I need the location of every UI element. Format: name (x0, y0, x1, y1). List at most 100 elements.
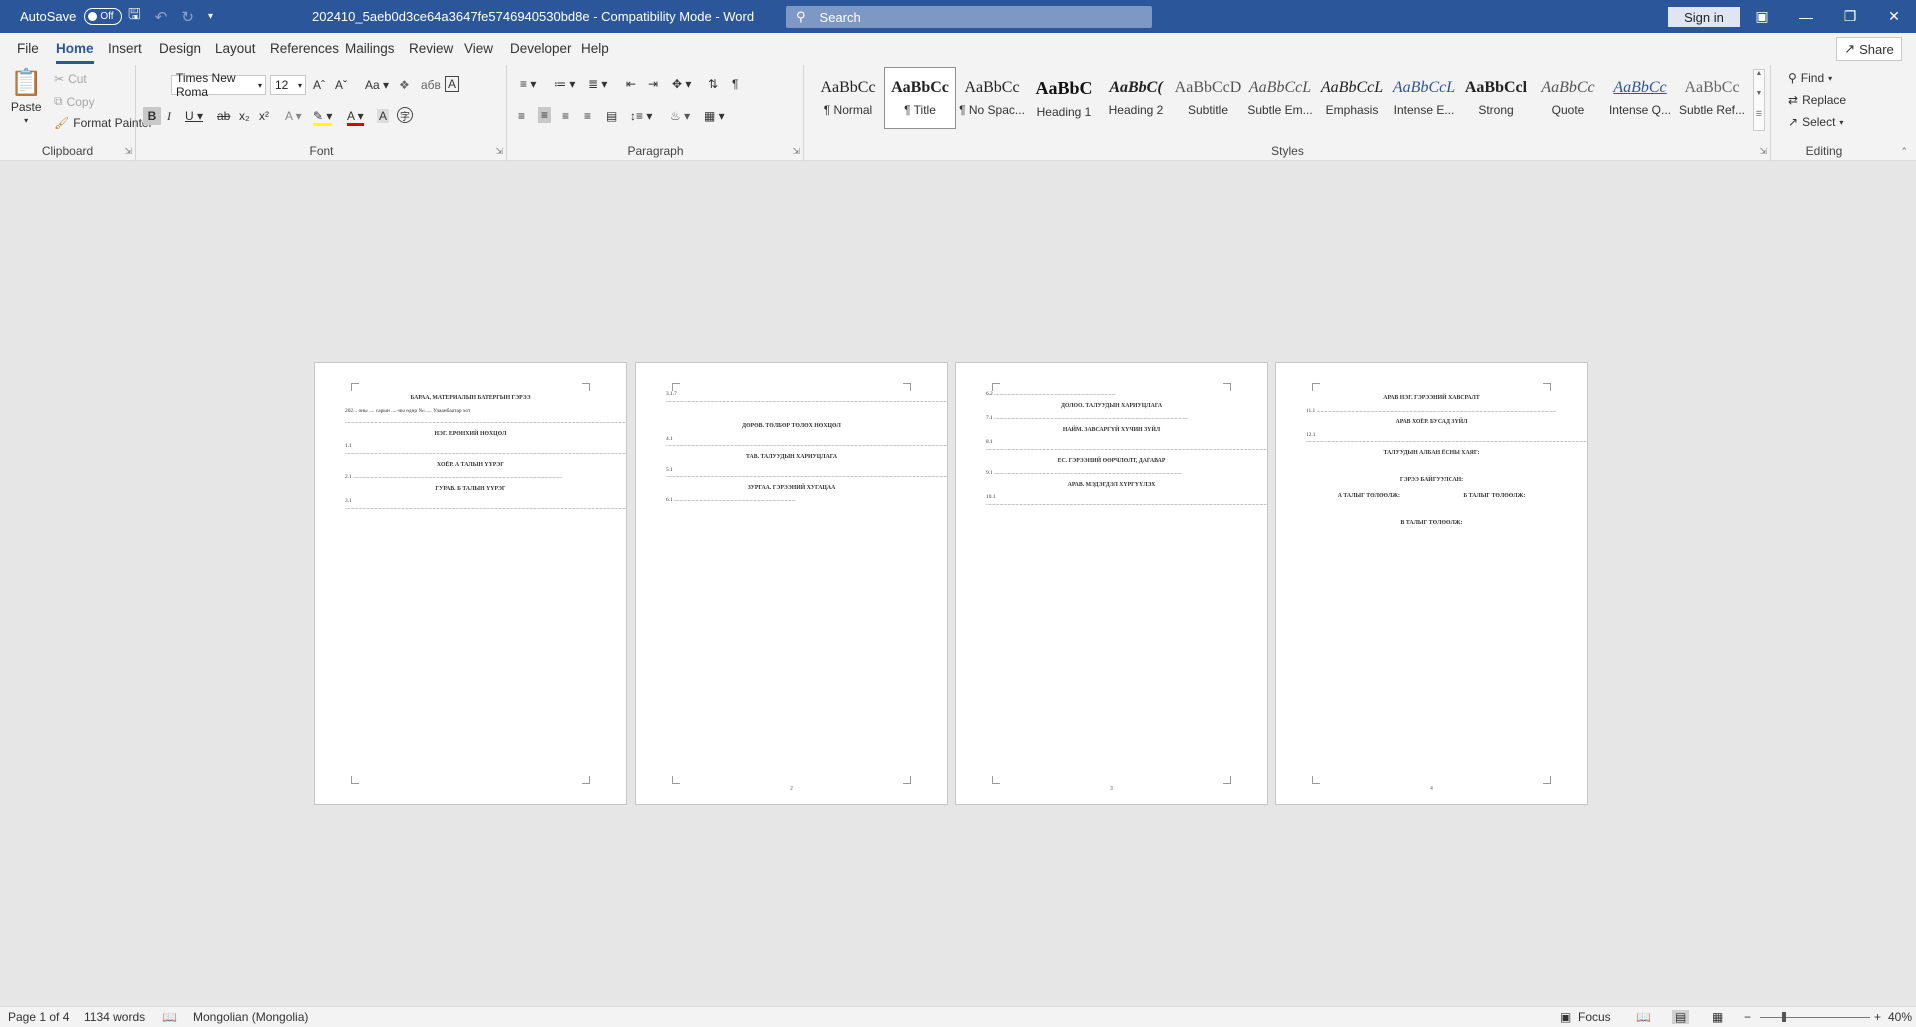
style-item[interactable]: AaBbC(Heading 2 (1100, 67, 1172, 129)
redo-icon[interactable]: ↻ (181, 8, 194, 26)
focus-icon[interactable]: ▣ (1560, 1010, 1571, 1024)
scroll-up-icon[interactable]: ▲ (1754, 70, 1764, 90)
align-right-icon[interactable]: ≡ (562, 109, 569, 123)
tab-mailings[interactable]: Mailings (345, 41, 395, 56)
pilcrow-icon[interactable]: ¶ (732, 77, 738, 91)
dialog-launcher-icon[interactable]: ⇲ (124, 146, 132, 157)
align-left-icon[interactable]: ≡ (518, 109, 525, 123)
tab-view[interactable]: View (464, 41, 493, 56)
print-layout-icon[interactable]: ▤ (1672, 1010, 1690, 1024)
tab-layout[interactable]: Layout (215, 41, 256, 56)
zoom-out-icon[interactable]: − (1744, 1010, 1751, 1024)
style-item[interactable]: AaBbCcL Subtle Em... (1244, 67, 1316, 129)
zoom-level[interactable]: 40% (1888, 1010, 1912, 1024)
font-name-select[interactable]: Times New Roma ▾ (171, 71, 266, 99)
grow-font-icon[interactable]: Aˆ (313, 78, 325, 92)
tab-home[interactable]: Home (56, 41, 94, 64)
phonetic-guide-icon[interactable]: абв (421, 78, 441, 92)
dialog-launcher-icon[interactable]: ⇲ (495, 146, 503, 157)
style-item[interactable]: AaBbCcl Strong (1460, 67, 1532, 129)
language[interactable]: Mongolian (Mongolia) (193, 1010, 308, 1024)
text-effects-icon[interactable]: A ▾ (285, 109, 302, 123)
clear-formatting-icon[interactable]: ❖ (399, 78, 410, 92)
style-item[interactable]: AaBbC Heading 1 (1028, 67, 1100, 129)
replace-button[interactable]: ⇄ Replace (1788, 93, 1846, 107)
strikethrough-icon[interactable]: ab (217, 109, 230, 123)
bold-icon[interactable]: B (143, 107, 161, 125)
search-box[interactable]: ⚲ Search (786, 6, 1152, 28)
scroll-down-icon[interactable]: ▼ (1754, 90, 1764, 110)
align-center-icon[interactable]: ≡ (538, 107, 552, 123)
save-icon[interactable]: 🖫 (128, 4, 141, 29)
justify-icon[interactable]: ≡ (584, 109, 591, 123)
tab-insert[interactable]: Insert (108, 41, 142, 56)
style-item[interactable]: AaBbCc Subtle Ref... (1676, 67, 1748, 129)
document-canvas[interactable]: БАРАА, МАТЕРИАЛЫН БАТЕРГЫН ГЭРЭЭ 202... … (0, 162, 1916, 1006)
zoom-slider[interactable] (1760, 1012, 1870, 1022)
decrease-indent-icon[interactable]: ⇤ (626, 77, 636, 91)
undo-icon[interactable]: ↶ (155, 8, 168, 26)
read-mode-icon[interactable]: 📖 (1636, 1010, 1651, 1024)
copy-button[interactable]: ⧉ Copy (54, 94, 95, 109)
cut-button[interactable]: ✂ Cut (54, 72, 87, 86)
style-item[interactable]: AaBbCc ¶ Title (884, 67, 956, 129)
tab-developer[interactable]: Developer (510, 41, 572, 56)
style-item[interactable]: AaBbCcL Emphasis (1316, 67, 1388, 129)
maximize-icon[interactable]: ❐ (1828, 8, 1872, 25)
style-item[interactable]: AaBbCcD Subtitle (1172, 67, 1244, 129)
find-button[interactable]: ⚲ Find ▾ (1788, 71, 1832, 85)
bullets-icon[interactable]: ≡ ▾ (520, 77, 536, 91)
customize-qat-icon[interactable]: ▾ (208, 11, 213, 22)
italic-icon[interactable]: I (167, 109, 171, 124)
style-item[interactable]: AaBbCc ¶ No Spac... (956, 67, 1028, 129)
tab-design[interactable]: Design (159, 41, 201, 56)
zoom-slider-knob[interactable] (1782, 1012, 1786, 1022)
collapse-ribbon-icon[interactable]: ⌃ (1900, 146, 1908, 157)
sort-icon[interactable]: ⇅ (708, 77, 718, 91)
minimize-icon[interactable]: — (1784, 9, 1828, 25)
select-button[interactable]: ↗ Select ▾ (1788, 115, 1843, 129)
style-item[interactable]: AaBbCc Intense Q... (1604, 67, 1676, 129)
character-border-icon[interactable]: A (445, 76, 460, 92)
asian-layout-icon[interactable]: ✥ ▾ (672, 77, 691, 91)
borders-icon[interactable]: ▦ ▾ (704, 109, 725, 123)
document-page[interactable]: 3.1.7 ..................................… (635, 362, 948, 805)
style-item[interactable]: AaBbCcL Intense E... (1388, 67, 1460, 129)
superscript-icon[interactable]: x² (259, 109, 269, 123)
share-button[interactable]: ↗ Share (1836, 37, 1902, 61)
numbering-icon[interactable]: ≔ ▾ (554, 77, 575, 91)
proofing-icon[interactable]: 📖 (162, 1010, 177, 1024)
multilevel-list-icon[interactable]: ≣ ▾ (588, 77, 607, 91)
more-styles-icon[interactable]: ☰ (1754, 110, 1764, 130)
document-page[interactable]: БАРАА, МАТЕРИАЛЫН БАТЕРГЫН ГЭРЭЭ 202... … (314, 362, 627, 805)
styles-scroll[interactable]: ▲ ▼ ☰ (1753, 69, 1765, 131)
distributed-icon[interactable]: ▤ (606, 109, 617, 123)
paste-button[interactable]: 📋 Paste ▾ (10, 67, 42, 125)
shrink-font-icon[interactable]: Aˇ (335, 78, 347, 92)
dialog-launcher-icon[interactable]: ⇲ (792, 146, 800, 157)
shading-icon[interactable]: ♨ ▾ (670, 109, 690, 123)
document-page[interactable]: 6.2 ....................................… (955, 362, 1268, 805)
web-layout-icon[interactable]: ▦ (1712, 1010, 1723, 1024)
tab-file[interactable]: File (17, 41, 39, 56)
tab-references[interactable]: References (270, 41, 339, 56)
style-item[interactable]: AaBbCc ¶ Normal (812, 67, 884, 129)
tab-help[interactable]: Help (581, 41, 609, 56)
focus-label[interactable]: Focus (1578, 1010, 1611, 1024)
ribbon-display-icon[interactable]: ▣ (1740, 8, 1784, 25)
highlight-color-icon[interactable]: ✎ ▾ (313, 109, 333, 126)
tab-review[interactable]: Review (409, 41, 453, 56)
enclose-characters-icon[interactable]: 字 (397, 107, 413, 123)
sign-in-button[interactable]: Sign in (1668, 7, 1740, 27)
close-icon[interactable]: ✕ (1872, 8, 1916, 25)
subscript-icon[interactable]: x₂ (239, 109, 250, 123)
line-spacing-icon[interactable]: ↕≡ ▾ (630, 109, 652, 123)
word-count[interactable]: 1134 words (84, 1010, 145, 1024)
change-case-icon[interactable]: Aa ▾ (365, 78, 389, 92)
autosave-toggle[interactable]: Off (84, 8, 123, 25)
zoom-in-icon[interactable]: + (1874, 1010, 1881, 1024)
underline-icon[interactable]: U ▾ (185, 109, 203, 123)
character-shading-icon[interactable]: A (377, 109, 390, 123)
autosave-control[interactable]: AutoSave Off (20, 0, 123, 33)
font-color-icon[interactable]: A ▾ (347, 109, 364, 126)
